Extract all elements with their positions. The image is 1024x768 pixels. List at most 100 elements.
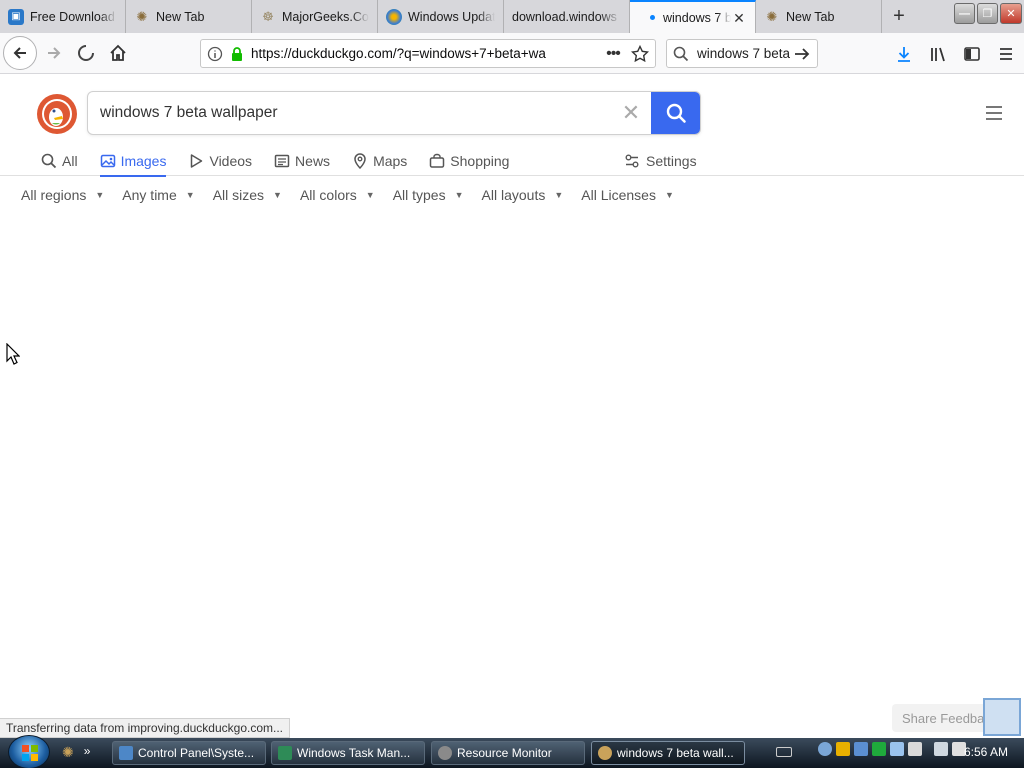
ddg-tab-label: Images	[120, 153, 167, 169]
ddg-menu-icon[interactable]	[986, 106, 1002, 124]
download-icon[interactable]	[890, 39, 918, 68]
task-manager-icon	[278, 746, 292, 760]
filter-label: Any time	[122, 187, 177, 203]
ddg-tab-all[interactable]: All	[41, 146, 78, 176]
tray-monitor-icon[interactable]	[890, 742, 904, 756]
taskbar-item-resource-monitor[interactable]: Resource Monitor	[431, 741, 585, 765]
caret-down-icon: ▼	[273, 190, 282, 200]
ddg-tab-label: Videos	[209, 153, 253, 169]
ddg-tab-label: Maps	[373, 153, 408, 169]
keyboard-icon[interactable]	[776, 747, 792, 757]
taskbar-item-label: Resource Monitor	[457, 746, 552, 760]
new-tab-button[interactable]: +	[882, 0, 916, 33]
url-bar[interactable]: https://duckduckgo.com/?q=windows+7+beta…	[200, 39, 656, 68]
tray-green-icon[interactable]	[872, 742, 886, 756]
filter-license[interactable]: All Licenses ▼	[581, 187, 674, 203]
ddg-search-box[interactable]: windows 7 beta wallpaper ✕	[87, 91, 701, 135]
forward-icon	[48, 47, 61, 59]
settings-sliders-icon	[625, 154, 639, 168]
ddg-settings-button[interactable]: Settings	[624, 146, 697, 176]
filter-layout[interactable]: All layouts ▼	[482, 187, 564, 203]
restore-icon[interactable]: ❐	[977, 3, 998, 24]
taskbar-clock[interactable]: 6:56 AM	[964, 745, 1008, 759]
filter-color[interactable]: All colors ▼	[300, 187, 375, 203]
duckduckgo-logo-icon[interactable]	[37, 94, 77, 134]
filter-type[interactable]: All types ▼	[393, 187, 464, 203]
library-icon[interactable]	[924, 39, 952, 68]
search-icon	[673, 46, 689, 61]
tab-ddg-active[interactable]: windows 7 beta ✕	[630, 0, 756, 33]
page-actions-icon[interactable]: •••	[601, 45, 625, 63]
quick-launch: ✺ »	[62, 744, 90, 761]
close-window-icon[interactable]: ✕	[1000, 3, 1022, 24]
tab-majorgeeks[interactable]: ☸ MajorGeeks.Com	[252, 0, 378, 33]
tab-label: New Tab	[156, 9, 205, 24]
start-button-icon[interactable]	[8, 735, 50, 768]
tab-favicon-icon: ☸	[262, 8, 274, 24]
window-controls: — ❐ ✕	[954, 3, 1022, 24]
feedback-widget-icon[interactable]	[983, 698, 1021, 736]
stop-button[interactable]	[71, 38, 101, 68]
tab-download-windows[interactable]: download.windows	[504, 0, 630, 33]
filter-label: All sizes	[212, 187, 265, 203]
tray-network-icon[interactable]	[818, 742, 832, 756]
search-bar[interactable]: windows 7 beta	[666, 39, 818, 68]
back-button[interactable]	[3, 36, 37, 70]
lock-icon	[232, 46, 242, 61]
home-icon	[110, 44, 126, 61]
filter-region[interactable]: All regions ▼	[21, 187, 104, 203]
go-arrow-icon[interactable]	[793, 45, 811, 63]
ddg-search-input[interactable]: windows 7 beta wallpaper	[88, 104, 611, 122]
ddg-tab-videos[interactable]: Videos	[188, 146, 252, 176]
tab-new-tab-2[interactable]: ✺ New Tab	[756, 0, 882, 33]
search-submit-button[interactable]	[651, 92, 700, 134]
clear-search-icon[interactable]: ✕	[611, 100, 651, 126]
ddg-tab-maps[interactable]: Maps	[352, 146, 407, 176]
minimize-icon[interactable]: —	[954, 3, 975, 24]
search-icon	[666, 103, 686, 123]
caret-down-icon: ▼	[185, 190, 195, 200]
tray-shield-icon[interactable]	[836, 742, 850, 756]
ddg-tab-news[interactable]: News	[274, 146, 330, 176]
filter-label: All regions	[21, 187, 87, 203]
status-bar: Transferring data from improving.duckduc…	[0, 718, 291, 738]
sidebar-icon[interactable]	[958, 39, 986, 68]
bookmark-star-icon[interactable]	[631, 44, 649, 63]
tab-label: New Tab	[786, 9, 835, 24]
home-button[interactable]	[103, 38, 133, 68]
tray-app-icon[interactable]	[854, 742, 868, 756]
ddg-tab-label: News	[295, 153, 331, 169]
back-icon	[13, 47, 26, 59]
tab-label: MajorGeeks.Com	[282, 9, 369, 24]
tab-new-tab[interactable]: ✺ New Tab	[126, 0, 252, 33]
taskbar-item-label: Windows Task Man...	[297, 746, 411, 760]
image-filters: All regions ▼ Any time ▼ All sizes ▼ All co…	[21, 187, 692, 203]
ddg-tab-images[interactable]: Images	[99, 146, 167, 177]
navigation-toolbar: https://duckduckgo.com/?q=windows+7+beta…	[0, 33, 1024, 74]
quick-launch-chevron[interactable]: »	[84, 744, 91, 761]
forward-button[interactable]	[39, 38, 69, 68]
caret-down-icon: ▼	[365, 190, 375, 200]
image-icon	[100, 154, 115, 168]
taskbar-item-control-panel[interactable]: Control Panel\Syste...	[112, 741, 266, 765]
tab-close-icon[interactable]: ✕	[731, 10, 747, 26]
ddg-tab-label: All	[62, 153, 78, 169]
menu-icon[interactable]	[992, 39, 1020, 68]
windows-taskbar: ✺ » Control Panel\Syste... Windows Task …	[0, 735, 1024, 768]
tab-free-download[interactable]: ▣ Free Download	[0, 0, 126, 33]
taskbar-item-label: Control Panel\Syste...	[138, 746, 255, 760]
control-panel-icon	[119, 746, 133, 760]
filter-size[interactable]: All sizes ▼	[213, 187, 282, 203]
taskbar-item-task-manager[interactable]: Windows Task Man...	[271, 741, 425, 765]
tab-label: Windows Update	[408, 9, 495, 24]
search-icon	[41, 153, 57, 169]
quick-launch-app-icon[interactable]: ✺	[62, 744, 74, 761]
tray-flag-icon[interactable]	[908, 742, 922, 756]
taskbar-item-firefox[interactable]: windows 7 beta wall...	[591, 741, 745, 765]
info-icon[interactable]	[207, 46, 223, 62]
tray-display-icon[interactable]	[934, 742, 948, 756]
system-tray	[818, 742, 966, 756]
tab-windows-update[interactable]: Windows Update	[378, 0, 504, 33]
ddg-tab-shopping[interactable]: Shopping	[429, 146, 509, 176]
filter-time[interactable]: Any time ▼	[122, 187, 194, 203]
